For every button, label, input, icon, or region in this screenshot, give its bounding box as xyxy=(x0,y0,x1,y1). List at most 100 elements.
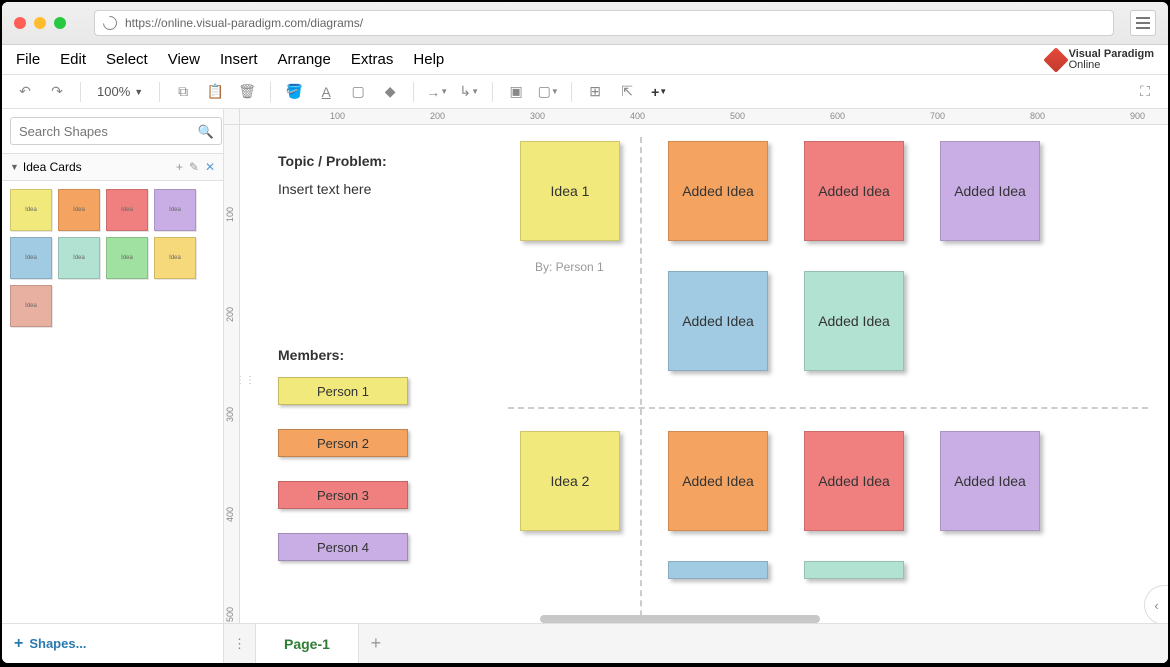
more-shapes-button[interactable]: + Shapes... xyxy=(2,623,223,663)
add-page-button[interactable]: + xyxy=(359,624,393,663)
fit-button[interactable]: ⊞ xyxy=(582,79,608,105)
ruler-tick: 400 xyxy=(630,111,645,121)
waypoint-button[interactable]: ↳ ▼ xyxy=(456,79,482,105)
actual-size-button[interactable]: ⇱ xyxy=(614,79,640,105)
ruler-tick: 300 xyxy=(530,111,545,121)
ruler-tick: 500 xyxy=(730,111,745,121)
palette-idea-card[interactable]: Idea xyxy=(10,189,52,231)
page-tabs-bar: ⋮ Page-1 + xyxy=(224,623,1168,663)
ruler-tick: 400 xyxy=(225,507,235,522)
search-icon[interactable]: 🔍 xyxy=(198,124,214,140)
chevron-down-icon: ▼ xyxy=(10,162,19,172)
ruler-tick: 700 xyxy=(930,111,945,121)
undo-button[interactable]: ↶ xyxy=(12,79,38,105)
menu-extras[interactable]: Extras xyxy=(351,51,394,68)
ruler-tick: 800 xyxy=(1030,111,1045,121)
palette-idea-card[interactable]: Idea xyxy=(58,189,100,231)
plus-icon: + xyxy=(14,635,23,653)
idea-card[interactable]: Added Idea xyxy=(668,271,768,371)
palette-idea-card[interactable]: Idea xyxy=(154,189,196,231)
topic-label: Topic / Problem: xyxy=(278,153,387,169)
paste-button[interactable]: 📋 xyxy=(202,79,228,105)
shapes-palette: IdeaIdeaIdeaIdeaIdeaIdeaIdeaIdeaIdea xyxy=(2,181,223,335)
shadow-button[interactable]: ▢ xyxy=(345,79,371,105)
ruler-tick: 200 xyxy=(225,307,235,322)
palette-idea-card[interactable]: Idea xyxy=(106,189,148,231)
palette-idea-card[interactable]: Idea xyxy=(106,237,148,279)
logo-text-2: Online xyxy=(1069,59,1101,71)
connection-button[interactable]: → ▼ xyxy=(424,79,450,105)
ruler-tick: 200 xyxy=(430,111,445,121)
palette-idea-card[interactable]: Idea xyxy=(10,237,52,279)
menu-file[interactable]: File xyxy=(16,51,40,68)
member-bar[interactable]: Person 1 xyxy=(278,377,408,405)
idea-card[interactable]: Added Idea xyxy=(804,141,904,241)
menu-view[interactable]: View xyxy=(168,51,200,68)
maximize-window-icon[interactable] xyxy=(54,17,66,29)
menu-help[interactable]: Help xyxy=(413,51,444,68)
palette-idea-card[interactable]: Idea xyxy=(58,237,100,279)
url-bar[interactable]: https://online.visual-paradigm.com/diagr… xyxy=(94,10,1114,36)
horizontal-scrollbar[interactable] xyxy=(540,615,820,623)
palette-idea-card[interactable]: Idea xyxy=(10,285,52,327)
canvas[interactable]: ⋮⋮ Topic / Problem: Insert text here Mem… xyxy=(240,125,1168,663)
ruler-tick: 900 xyxy=(1130,111,1145,121)
delete-button[interactable]: 🗑 xyxy=(234,79,260,105)
idea-card[interactable]: Added Idea xyxy=(668,141,768,241)
page-tab-1[interactable]: Page-1 xyxy=(256,624,359,663)
menu-edit[interactable]: Edit xyxy=(60,51,86,68)
by-label: By: Person 1 xyxy=(535,260,604,274)
to-front-button[interactable]: ▣ xyxy=(503,79,529,105)
ruler-horizontal: 100200300400500600700800900 xyxy=(240,109,1168,125)
idea-card[interactable]: Idea 2 xyxy=(520,431,620,531)
hamburger-menu-button[interactable] xyxy=(1130,10,1156,36)
member-bar[interactable]: Person 4 xyxy=(278,533,408,561)
idea-card[interactable]: Added Idea xyxy=(940,141,1040,241)
idea-card[interactable]: Added Idea xyxy=(668,431,768,531)
topic-text[interactable]: Insert text here xyxy=(278,181,371,197)
style-button[interactable]: ◆ xyxy=(377,79,403,105)
divider-vertical xyxy=(640,137,642,663)
fullscreen-button[interactable]: ⛶ xyxy=(1132,79,1158,105)
idea-card[interactable]: Added Idea xyxy=(804,431,904,531)
zoom-value: 100% xyxy=(97,84,130,99)
close-window-icon[interactable] xyxy=(14,17,26,29)
idea-card[interactable]: Added Idea xyxy=(804,271,904,371)
member-bar[interactable]: Person 2 xyxy=(278,429,408,457)
splitter-handle[interactable]: ⋮⋮ xyxy=(240,375,245,399)
copy-button[interactable]: ⧉ xyxy=(170,79,196,105)
to-back-button[interactable]: ▢ ▼ xyxy=(535,79,561,105)
page-tab-label: Page-1 xyxy=(284,636,330,652)
divider-horizontal xyxy=(508,407,1148,409)
idea-card[interactable] xyxy=(668,561,768,579)
minimize-window-icon[interactable] xyxy=(34,17,46,29)
menu-select[interactable]: Select xyxy=(106,51,148,68)
ruler-corner xyxy=(224,109,240,125)
fill-color-button[interactable]: 🪣 xyxy=(281,79,307,105)
panel-edit-icon[interactable]: ✎ xyxy=(189,160,199,174)
ruler-vertical: 100200300400500 xyxy=(224,125,240,663)
palette-idea-card[interactable]: Idea xyxy=(154,237,196,279)
menu-insert[interactable]: Insert xyxy=(220,51,258,68)
sidebar: 🔍 ⋮ ▼ Idea Cards + ✎ ✕ IdeaIdeaIdeaIdeaI… xyxy=(2,109,224,663)
line-color-button[interactable]: A xyxy=(313,79,339,105)
search-shapes-input[interactable] xyxy=(10,117,222,145)
window-controls xyxy=(14,17,66,29)
add-button[interactable]: + ▼ xyxy=(646,79,672,105)
ruler-tick: 100 xyxy=(225,207,235,222)
redo-button[interactable]: ↷ xyxy=(44,79,70,105)
titlebar: https://online.visual-paradigm.com/diagr… xyxy=(2,2,1168,45)
panel-header-idea-cards[interactable]: ▼ Idea Cards + ✎ ✕ xyxy=(2,153,223,181)
reload-icon[interactable] xyxy=(100,13,120,33)
idea-card[interactable] xyxy=(804,561,904,579)
zoom-control[interactable]: 100% ▼ xyxy=(91,84,149,99)
member-bar[interactable]: Person 3 xyxy=(278,481,408,509)
idea-card[interactable]: Added Idea xyxy=(940,431,1040,531)
logo-icon xyxy=(1043,47,1068,72)
idea-card[interactable]: Idea 1 xyxy=(520,141,620,241)
menu-arrange[interactable]: Arrange xyxy=(278,51,331,68)
page-menu-button[interactable]: ⋮ xyxy=(224,624,256,663)
panel-close-icon[interactable]: ✕ xyxy=(205,160,215,174)
toolbar: ↶ ↷ 100% ▼ ⧉ 📋 🗑 🪣 A ▢ ◆ → ▼ ↳ ▼ ▣ ▢ ▼ ⊞… xyxy=(2,75,1168,109)
panel-add-icon[interactable]: + xyxy=(176,160,183,174)
